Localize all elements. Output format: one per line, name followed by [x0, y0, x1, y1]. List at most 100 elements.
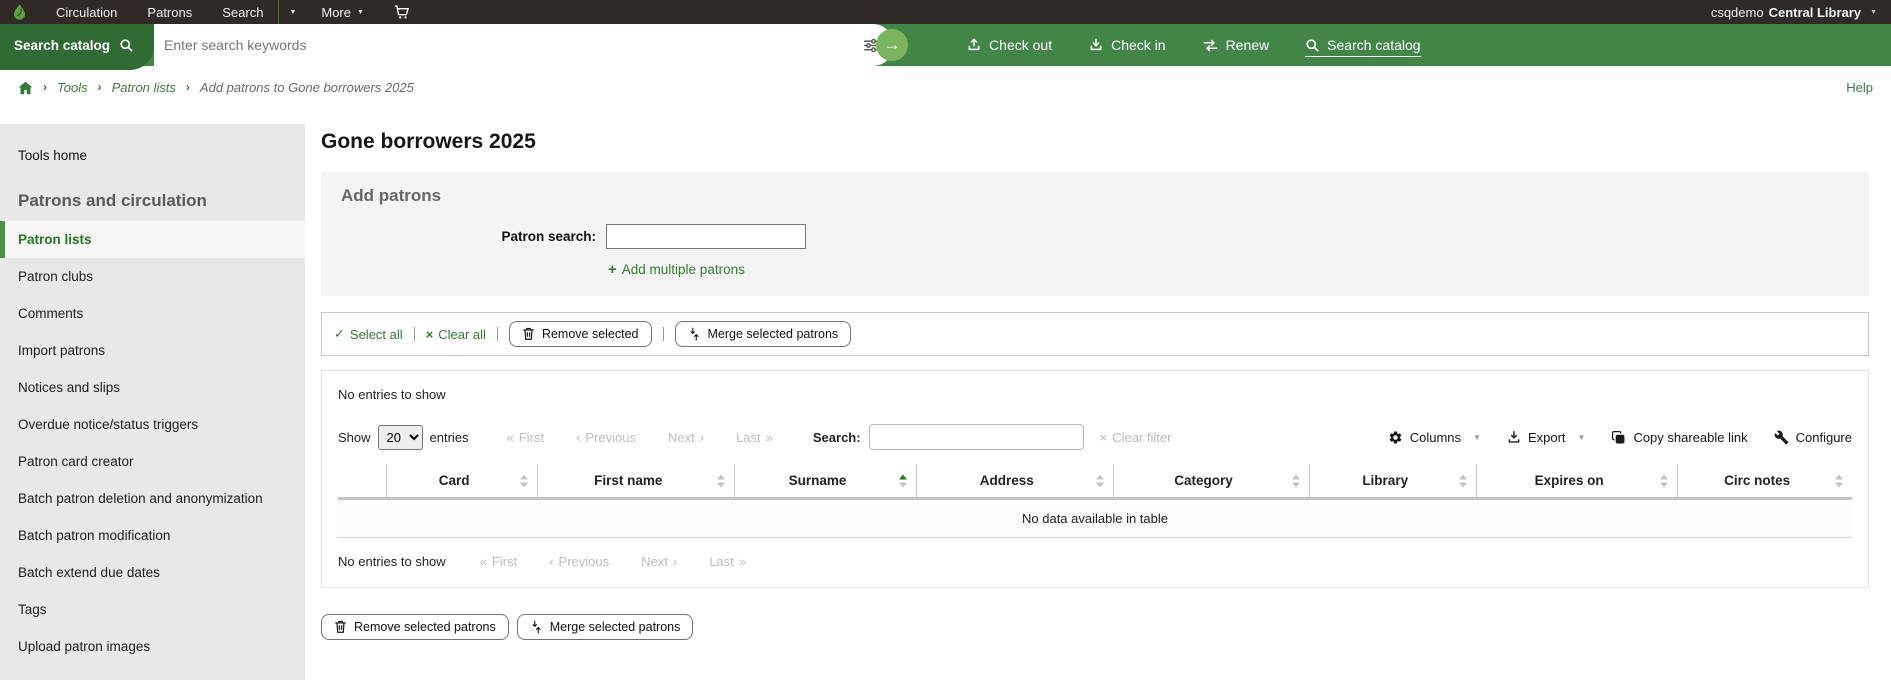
pagination-previous-label: Previous [585, 429, 636, 445]
merge-selected-patrons-button[interactable]: Merge selected patrons [674, 321, 852, 347]
sidebar-item-label[interactable]: Import patrons [0, 332, 305, 369]
remove-selected-patrons-button[interactable]: Remove selected patrons [321, 614, 509, 640]
sidebar-item-label[interactable]: Batch patron deletion and anonymization [0, 480, 305, 517]
no-data-message: No data available in table [338, 498, 1852, 538]
search-catalog-link[interactable]: Search catalog [1305, 37, 1421, 57]
nav-search-dropdown-toggle[interactable]: ▼ [279, 0, 306, 24]
sidebar-item-label[interactable]: Batch patron modification [0, 517, 305, 554]
sidebar-item-label[interactable]: Tags [0, 591, 305, 628]
patron-search-input[interactable] [606, 224, 806, 249]
column-header-first-name[interactable]: First name [537, 464, 735, 499]
table-search-group: Search: [813, 424, 1084, 450]
column-header-library[interactable]: Library [1309, 464, 1477, 499]
pagination-previous[interactable]: ‹ Previous [576, 430, 636, 445]
show-label: Show [338, 429, 371, 445]
clear-all-link[interactable]: × Clear all [426, 327, 486, 342]
check-icon: ✓ [334, 326, 345, 341]
pagination-first[interactable]: « First [480, 554, 518, 569]
sidebar-item-notices-and-slips[interactable]: Notices and slips [0, 369, 305, 406]
sidebar-item-label[interactable]: Batch extend due dates [0, 554, 305, 591]
table-footer: No entries to show « First ‹ Previous Ne… [338, 554, 1852, 569]
export-button[interactable]: Export ▼ [1507, 429, 1586, 445]
table-header-row: Card First name Surname Address Category… [338, 464, 1852, 499]
patron-search-label: Patron search: [501, 229, 596, 244]
column-header-expires-on[interactable]: Expires on [1475, 464, 1678, 499]
check-out-link[interactable]: Check out [966, 37, 1052, 53]
sidebar-item-label[interactable]: Upload patron images [0, 628, 305, 665]
sidebar-item-label[interactable]: Patron card creator [0, 443, 305, 480]
help-link[interactable]: Help [1846, 80, 1873, 95]
sidebar-item-batch-patron-modification[interactable]: Batch patron modification [0, 517, 305, 554]
sidebar-item-patron-clubs[interactable]: Patron clubs [0, 258, 305, 295]
sidebar-item-tags[interactable]: Tags [0, 591, 305, 628]
pagination-previous[interactable]: ‹ Previous [549, 554, 609, 569]
pagination-next[interactable]: Next › [641, 554, 677, 569]
search-catalog-tab[interactable]: Search catalog [0, 24, 155, 70]
column-header-surname[interactable]: Surname [734, 464, 917, 499]
patron-table: Card First name Surname Address Category… [338, 464, 1852, 538]
clear-filter-link[interactable]: × Clear filter [1100, 430, 1172, 445]
home-icon [18, 81, 33, 95]
select-all-link[interactable]: ✓ Select all [334, 326, 403, 342]
columns-button[interactable]: Columns ▼ [1388, 430, 1481, 445]
sidebar-item-batch-extend-due-dates[interactable]: Batch extend due dates [0, 554, 305, 591]
sidebar-item-upload-patron-images[interactable]: Upload patron images [0, 628, 305, 665]
gear-icon [1389, 430, 1402, 443]
caret-down-icon: ▼ [289, 8, 297, 16]
column-header-address[interactable]: Address [915, 464, 1114, 499]
pagination-last[interactable]: Last » [709, 554, 746, 569]
table-tools: Columns ▼ Export ▼ Copy shareable link C… [1388, 430, 1852, 445]
double-chevron-right-icon: » [765, 429, 773, 445]
caret-down-icon: ▼ [1870, 8, 1877, 16]
sidebar-item-label[interactable]: Overdue notice/status triggers [0, 406, 305, 443]
sidebar-item-patron-lists[interactable]: Patron lists [0, 221, 305, 258]
configure-button[interactable]: Configure [1774, 430, 1852, 445]
cart-button[interactable] [379, 0, 424, 24]
sidebar-item-tools-home[interactable]: Tools home [0, 138, 305, 173]
export-label: Export [1527, 429, 1566, 445]
nav-search[interactable]: Search [207, 0, 278, 24]
pagination-next[interactable]: Next › [668, 430, 704, 445]
sidebar-item-comments[interactable]: Comments [0, 295, 305, 332]
table-search-input[interactable] [868, 424, 1084, 450]
nav-circulation[interactable]: Circulation [41, 0, 132, 24]
arrow-right-icon: → [883, 35, 901, 54]
sidebar-item-label[interactable]: Patron clubs [0, 258, 305, 295]
column-header-circ-notes[interactable]: Circ notes [1677, 464, 1852, 499]
page-size-select[interactable]: 20 [377, 424, 423, 450]
caret-down-icon: ▼ [1473, 432, 1481, 442]
column-header-category[interactable]: Category [1112, 464, 1310, 499]
breadcrumb-patron-lists-link[interactable]: Patron lists [112, 80, 176, 95]
sidebar-item-batch-patron-deletion[interactable]: Batch patron deletion and anonymization [0, 480, 305, 517]
sidebar-item-label[interactable]: Patron lists [0, 221, 305, 258]
breadcrumb-tools-link[interactable]: Tools [57, 80, 88, 95]
sort-icons [520, 474, 529, 487]
table-controls: Show 20 entries « First ‹ Previous Next … [338, 424, 1852, 450]
add-multiple-patrons-link[interactable]: + Add multiple patrons [608, 261, 745, 278]
pagination-last[interactable]: Last » [736, 430, 773, 445]
toolbar-divider [496, 327, 498, 341]
no-entries-message-bottom: No entries to show [338, 554, 446, 569]
merge-selected-patrons-button[interactable]: Merge selected patrons [516, 614, 694, 640]
remove-selected-button[interactable]: Remove selected [508, 321, 652, 347]
renew-link[interactable]: Renew [1202, 37, 1269, 53]
check-in-link[interactable]: Check in [1088, 37, 1166, 53]
home-link[interactable] [18, 79, 33, 95]
sidebar-item-label[interactable]: Notices and slips [0, 369, 305, 406]
nav-patrons[interactable]: Patrons [132, 0, 207, 24]
nav-more[interactable]: More ▼ [306, 0, 379, 24]
copy-shareable-link-button[interactable]: Copy shareable link [1611, 430, 1748, 445]
caret-down-icon: ▼ [1577, 432, 1586, 442]
pagination-first[interactable]: « First [507, 430, 545, 445]
sidebar-item-label[interactable]: Comments [0, 295, 305, 332]
catalog-search-input[interactable] [164, 37, 855, 53]
chevron-left-icon: ‹ [576, 429, 581, 445]
page-title: Gone borrowers 2025 [321, 130, 536, 153]
sidebar-item-import-patrons[interactable]: Import patrons [0, 332, 305, 369]
chevron-right-icon: › [672, 554, 678, 569]
column-header-card[interactable]: Card [385, 464, 538, 499]
sidebar-item-overdue-notice-status-triggers[interactable]: Overdue notice/status triggers [0, 406, 305, 443]
user-menu[interactable]: csqdemo Central Library ▼ [1711, 5, 1877, 20]
search-submit-button[interactable]: → [876, 29, 909, 61]
sidebar-item-patron-card-creator[interactable]: Patron card creator [0, 443, 305, 480]
